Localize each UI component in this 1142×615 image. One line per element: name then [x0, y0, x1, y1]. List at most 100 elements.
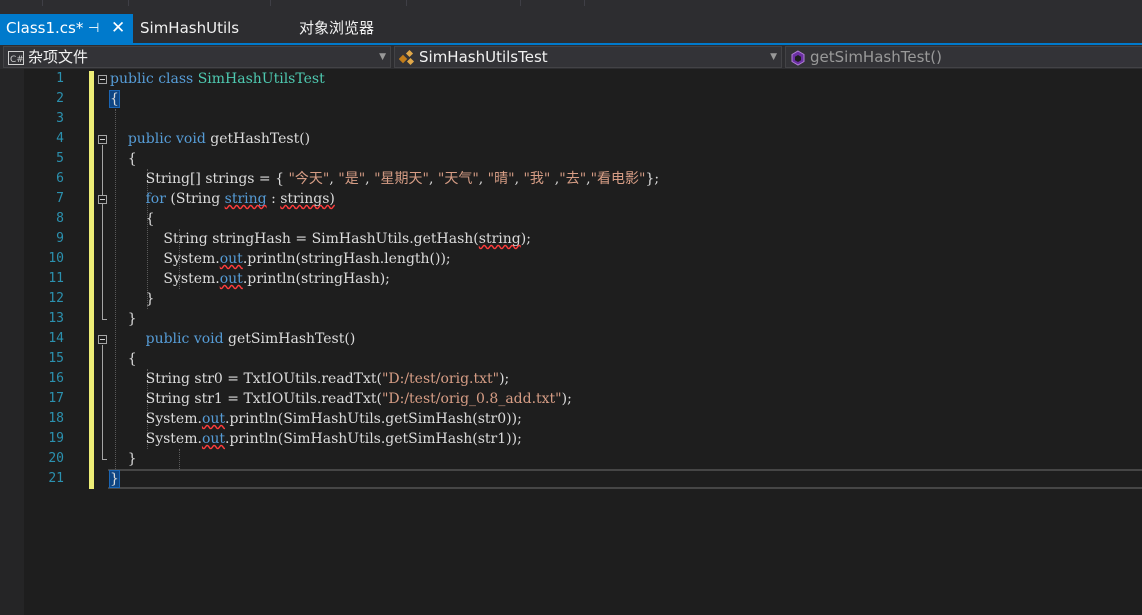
- project-dropdown[interactable]: C# 杂项文件 ▼: [3, 46, 391, 68]
- code-line[interactable]: System.out.println(SimHashUtils.getSimHa…: [110, 429, 522, 449]
- code-token: ,: [550, 171, 560, 187]
- code-line[interactable]: {: [110, 149, 137, 169]
- pin-icon[interactable]: ⊣: [88, 14, 99, 43]
- code-line[interactable]: public void getSimHashTest(): [110, 329, 356, 349]
- code-token: }: [110, 311, 137, 327]
- code-line[interactable]: String str1 = TxtIOUtils.readTxt("D:/tes…: [110, 389, 572, 409]
- tab-label: SimHashUtils: [140, 19, 240, 37]
- code-token: "晴": [487, 171, 515, 187]
- code-editor[interactable]: 1 2 3 4 5 6 7 8 9 10 11 12 13 14 15 16 17 18 19 20 21 public…: [0, 69, 1142, 615]
- code-line[interactable]: String[] strings = { "今天", "是", "星期天", "…: [110, 169, 660, 189]
- code-token: "去": [559, 171, 587, 187]
- code-line[interactable]: }: [110, 449, 137, 469]
- code-token: String str0 = TxtIOUtils.readTxt(: [110, 371, 382, 387]
- editor-left-margin: [0, 69, 24, 615]
- code-token: class: [158, 71, 194, 87]
- line-number: 3: [56, 111, 64, 126]
- line-number: 4: [56, 131, 64, 146]
- code-line[interactable]: for (String string : strings): [110, 189, 335, 209]
- code-token: ,: [329, 171, 339, 187]
- code-token: {: [110, 151, 137, 167]
- code-token: System.: [110, 271, 220, 287]
- toolbar-divider: [406, 0, 407, 6]
- collapse-icon[interactable]: [98, 335, 107, 344]
- code-token: String stringHash = SimHashUtils.getHash…: [110, 231, 479, 247]
- code-token: "今天": [288, 171, 330, 187]
- change-tracking-bar: [89, 71, 94, 489]
- collapse-icon[interactable]: [98, 195, 107, 204]
- member-dropdown-label: getSimHashTest(): [810, 48, 942, 66]
- code-token: "D:/test/orig.txt": [381, 371, 500, 387]
- line-number: 13: [48, 311, 64, 326]
- type-dropdown[interactable]: SimHashUtilsTest ▼: [394, 46, 782, 68]
- code-line[interactable]: System.out.println(stringHash.length());: [110, 249, 450, 269]
- csharp-file-icon: C#: [8, 50, 24, 67]
- tab-label: 对象浏览器: [299, 19, 375, 37]
- class-icon: [398, 49, 415, 67]
- code-token: "D:/test/orig_0.8_add.txt": [381, 391, 562, 407]
- tab-class1-cs[interactable]: Class1.cs* ⊣ ✕: [0, 14, 133, 43]
- code-token: public: [110, 71, 154, 87]
- window-top-strip: [0, 0, 1142, 14]
- member-dropdown[interactable]: getSimHashTest(): [785, 46, 1142, 68]
- code-token: }: [110, 451, 137, 467]
- code-token: {: [110, 351, 137, 367]
- navigation-bar: C# 杂项文件 ▼ SimHashUtilsTest ▼ getSimHashT…: [0, 45, 1142, 69]
- code-line[interactable]: System.out.println(SimHashUtils.getSimHa…: [110, 409, 522, 429]
- collapse-icon[interactable]: [98, 135, 107, 144]
- code-token: void: [176, 131, 206, 147]
- method-icon: [790, 50, 806, 67]
- outline-end: [102, 459, 107, 460]
- code-token: (String: [165, 191, 225, 207]
- tab-simhashutils[interactable]: SimHashUtils: [134, 14, 245, 43]
- code-token: out: [219, 251, 243, 267]
- code-line[interactable]: String stringHash = SimHashUtils.getHash…: [110, 229, 531, 249]
- code-line[interactable]: {: [109, 89, 120, 109]
- code-token: "我": [523, 171, 551, 187]
- collapse-icon[interactable]: [98, 75, 107, 84]
- code-token: out: [201, 411, 226, 427]
- line-number: 15: [48, 351, 64, 366]
- indent-guide: [179, 449, 180, 469]
- code-token: public: [127, 131, 172, 147]
- code-line[interactable]: }: [110, 309, 137, 329]
- code-token: System.: [110, 411, 202, 427]
- line-number: 7: [56, 191, 64, 206]
- code-line[interactable]: public void getHashTest(): [110, 129, 310, 149]
- line-number: 12: [48, 291, 64, 306]
- code-token: {: [110, 211, 155, 227]
- chevron-down-icon: ▼: [770, 52, 777, 62]
- code-line[interactable]: String str0 = TxtIOUtils.readTxt("D:/tes…: [110, 369, 510, 389]
- tab-label: Class1.cs*: [6, 19, 84, 37]
- line-number: 8: [56, 211, 64, 226]
- code-token: string: [224, 191, 267, 207]
- close-icon[interactable]: ✕: [111, 14, 125, 43]
- line-number: 20: [48, 451, 64, 466]
- svg-text:C#: C#: [10, 55, 24, 65]
- line-number: 2: [56, 91, 64, 106]
- code-token: "是": [338, 171, 366, 187]
- line-number: 10: [48, 251, 64, 266]
- code-line[interactable]: }: [109, 469, 120, 489]
- code-line[interactable]: {: [110, 349, 137, 369]
- code-token: System.: [110, 431, 202, 447]
- code-line[interactable]: {: [110, 209, 155, 229]
- line-number: 16: [48, 371, 64, 386]
- code-token: string: [478, 231, 521, 247]
- code-line[interactable]: public class SimHashUtilsTest: [110, 69, 325, 89]
- code-line[interactable]: }: [110, 289, 155, 309]
- code-token: }: [109, 470, 120, 488]
- line-number: 19: [48, 431, 64, 446]
- line-number: 9: [56, 231, 64, 246]
- toolbar-divider: [520, 0, 521, 6]
- project-dropdown-label: 杂项文件: [28, 48, 89, 66]
- code-token: SimHashUtilsTest: [197, 71, 325, 87]
- code-token: .println(stringHash);: [242, 271, 390, 287]
- line-number: 1: [56, 71, 64, 86]
- code-token: "天气": [437, 171, 479, 187]
- code-line[interactable]: System.out.println(stringHash);: [110, 269, 390, 289]
- type-dropdown-label: SimHashUtilsTest: [419, 48, 548, 66]
- tab-object-browser[interactable]: 对象浏览器: [293, 14, 380, 43]
- code-token: getHashTest(): [205, 131, 311, 147]
